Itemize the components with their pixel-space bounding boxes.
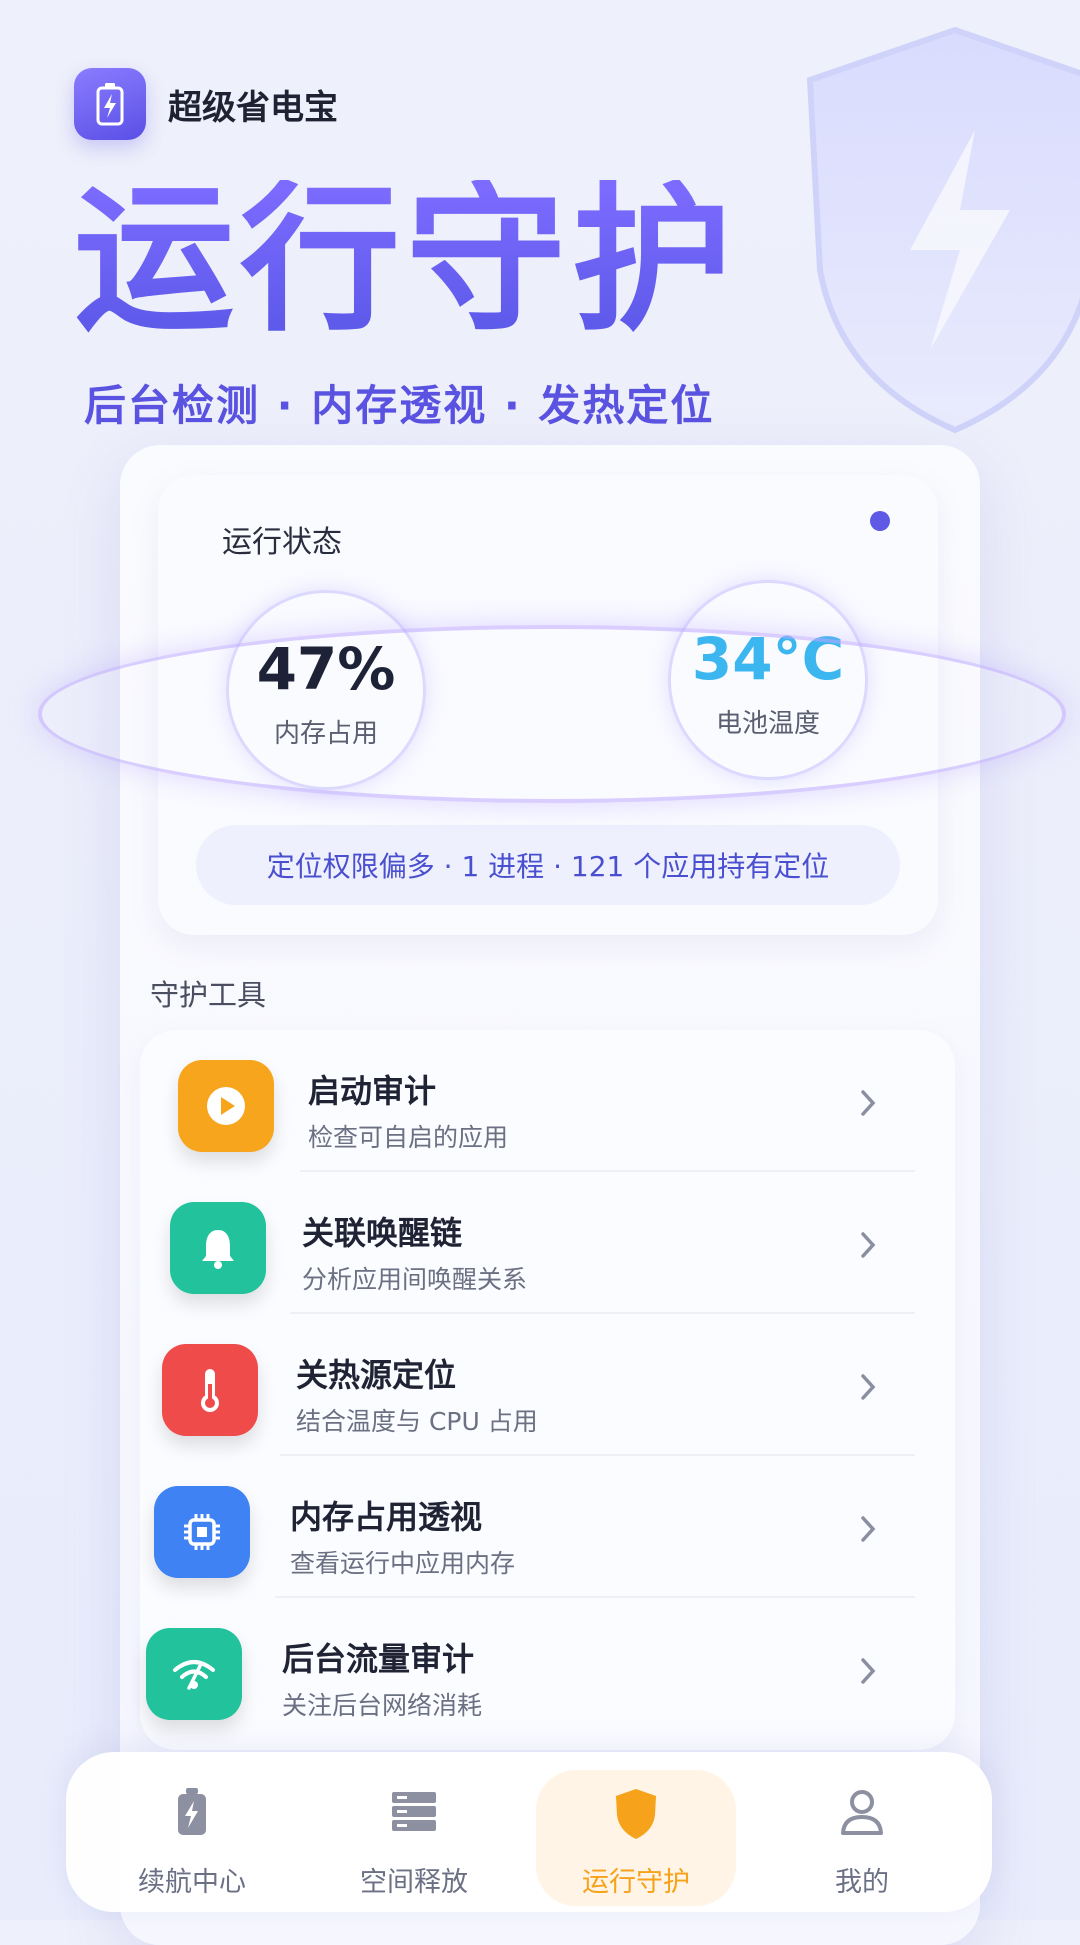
chevron-right-icon: [851, 1654, 885, 1688]
thermometer-icon: [162, 1344, 258, 1436]
tool-item-heat-source[interactable]: 关热源定位 结合温度与 CPU 占用: [140, 1314, 955, 1456]
tools-list: 启动审计 检查可自启的应用 关联唤醒链 分析应用间唤醒关系 关热源定位 结合温度…: [140, 1030, 955, 1750]
chip-icon: [154, 1486, 250, 1578]
status-title: 运行状态: [222, 525, 342, 560]
tool-subtitle: 分析应用间唤醒关系: [302, 1265, 528, 1294]
chevron-right-icon: [851, 1370, 885, 1404]
nav-label: 运行守护: [582, 1867, 690, 1898]
tool-title: 后台流量审计: [282, 1640, 475, 1678]
tool-title: 关热源定位: [296, 1356, 457, 1394]
shield-icon: [536, 1784, 736, 1844]
tool-item-traffic-audit[interactable]: 后台流量审计 关注后台网络消耗: [140, 1598, 955, 1740]
tool-title: 内存占用透视: [290, 1498, 483, 1536]
bottom-nav: 续航中心 空间释放 运行守护 我的: [66, 1752, 992, 1912]
nav-item-battery-center[interactable]: 续航中心: [92, 1752, 292, 1912]
user-icon: [762, 1782, 962, 1842]
tool-subtitle: 查看运行中应用内存: [290, 1549, 516, 1578]
tool-title: 关联唤醒链: [302, 1214, 463, 1252]
chevron-right-icon: [851, 1086, 885, 1120]
tool-title: 启动审计: [308, 1072, 437, 1110]
storage-icon: [314, 1782, 514, 1842]
battery-icon: [92, 1782, 292, 1842]
chevron-right-icon: [851, 1512, 885, 1546]
tool-item-wake-chain[interactable]: 关联唤醒链 分析应用间唤醒关系: [140, 1172, 955, 1314]
play-icon: [178, 1060, 274, 1152]
tools-section-title: 守护工具: [150, 978, 267, 1012]
nav-label: 我的: [835, 1867, 889, 1898]
orbit-ring-decoration: [38, 625, 1066, 803]
signal-icon: [146, 1628, 242, 1720]
page-title: 运行守护: [74, 166, 739, 353]
tool-subtitle: 检查可自启的应用: [308, 1123, 509, 1152]
app-name: 超级省电宝: [168, 87, 338, 128]
status-summary[interactable]: 定位权限偏多 · 1 进程 · 121 个应用持有定位: [196, 825, 900, 905]
battery-bolt-icon: [74, 68, 146, 140]
status-indicator: [870, 511, 890, 531]
shield-decoration-icon: [806, 26, 1080, 434]
page-subtitle: 后台检测 · 内存透视 · 发热定位: [84, 381, 715, 430]
app-brand: 超级省电宝: [74, 68, 338, 140]
nav-item-space-release[interactable]: 空间释放: [314, 1752, 514, 1912]
nav-item-mine[interactable]: 我的: [762, 1752, 962, 1912]
tool-subtitle: 结合温度与 CPU 占用: [296, 1407, 538, 1436]
nav-label: 续航中心: [138, 1867, 246, 1898]
nav-item-run-guard[interactable]: 运行守护: [536, 1770, 736, 1906]
tool-item-startup-audit[interactable]: 启动审计 检查可自启的应用: [140, 1030, 955, 1172]
chevron-right-icon: [851, 1228, 885, 1262]
tool-item-memory-view[interactable]: 内存占用透视 查看运行中应用内存: [140, 1456, 955, 1598]
nav-label: 空间释放: [360, 1867, 468, 1898]
tool-subtitle: 关注后台网络消耗: [282, 1691, 483, 1720]
bell-icon: [170, 1202, 266, 1294]
